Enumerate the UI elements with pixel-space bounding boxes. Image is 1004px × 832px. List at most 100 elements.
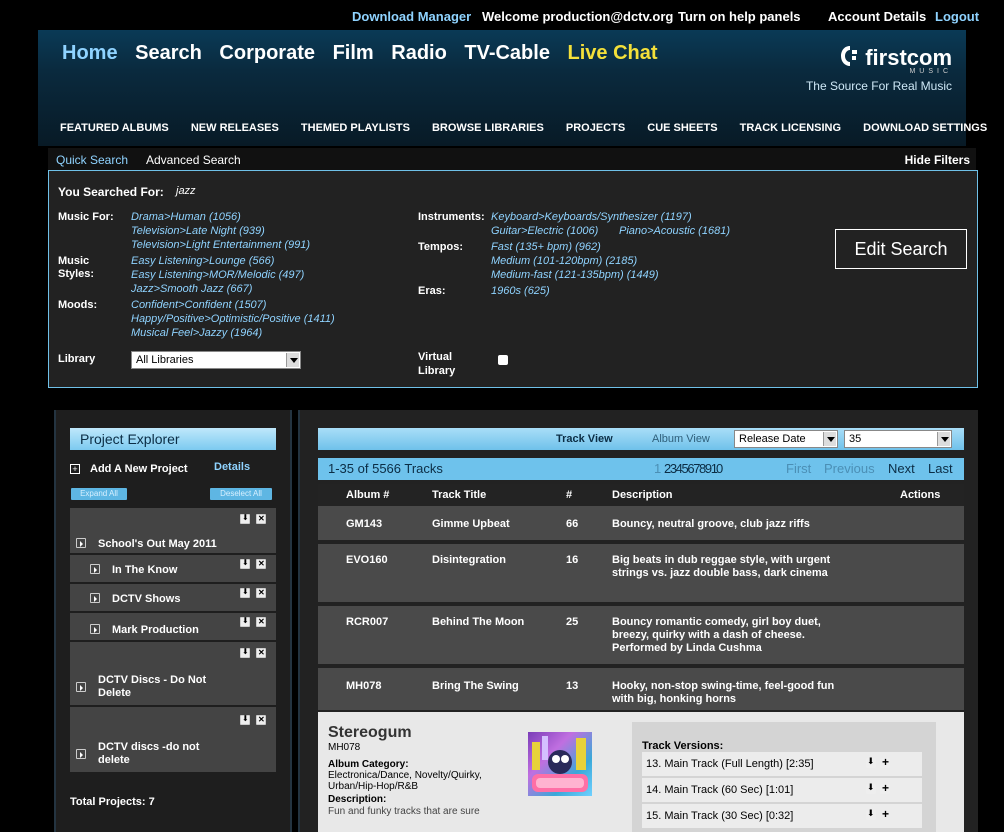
- row-album[interactable]: MH078: [346, 680, 381, 693]
- sort-select[interactable]: Release Date: [734, 430, 838, 448]
- col-track-title[interactable]: Track Title: [432, 489, 486, 501]
- filter-mood-0[interactable]: Confident>Confident (1507): [131, 299, 266, 311]
- row-title[interactable]: Bring The Swing: [432, 680, 519, 693]
- row-album[interactable]: GM143: [346, 518, 382, 531]
- add-to-project-icon[interactable]: [880, 807, 890, 821]
- project-name[interactable]: DCTV discs -do not delete: [98, 741, 208, 767]
- last-link[interactable]: Last: [928, 461, 953, 476]
- filter-mood-1[interactable]: Happy/Positive>Optimistic/Positive (1411…: [131, 313, 335, 325]
- subnav-download-settings[interactable]: DOWNLOAD SETTINGS: [863, 122, 987, 134]
- project-item[interactable]: Mark Production: [70, 613, 276, 641]
- delete-icon[interactable]: [256, 559, 266, 569]
- album-view-tab[interactable]: Album View: [652, 433, 710, 445]
- delete-icon[interactable]: [256, 648, 266, 658]
- filter-instrument-0[interactable]: Keyboard>Keyboards/Synthesizer (1197): [491, 211, 692, 223]
- page-links[interactable]: 2 3 4 5 6 7 8 9 10: [664, 461, 723, 476]
- expand-arrow-icon[interactable]: [90, 564, 100, 574]
- filter-style-1[interactable]: Easy Listening>MOR/Melodic (497): [131, 269, 304, 281]
- album-cover-image[interactable]: [528, 732, 592, 796]
- subnav-browse-libraries[interactable]: BROWSE LIBRARIES: [432, 122, 544, 134]
- filter-tempo-0[interactable]: Fast (135+ bpm) (962): [491, 241, 601, 253]
- logout-link[interactable]: Logout: [935, 9, 979, 24]
- expand-arrow-icon[interactable]: [90, 624, 100, 634]
- nav-live-chat[interactable]: Live Chat: [568, 42, 658, 64]
- firstcom-logo[interactable]: firstcom MUSIC The Source For Real Music: [806, 44, 952, 93]
- add-project-icon[interactable]: +: [70, 464, 80, 474]
- filter-music-for-1[interactable]: Television>Late Night (939): [131, 225, 265, 237]
- filter-style-2[interactable]: Jazz>Smooth Jazz (667): [131, 283, 252, 295]
- download-icon[interactable]: [240, 647, 250, 658]
- tab-advanced-search[interactable]: Advanced Search: [146, 153, 241, 167]
- download-icon[interactable]: [240, 616, 250, 627]
- project-name[interactable]: In The Know: [112, 564, 177, 576]
- project-item[interactable]: In The Know: [70, 555, 276, 583]
- project-item[interactable]: DCTV discs -do not delete: [70, 707, 276, 773]
- library-select[interactable]: All Libraries: [131, 351, 301, 369]
- download-icon[interactable]: [866, 782, 876, 794]
- filter-style-0[interactable]: Easy Listening>Lounge (566): [131, 255, 274, 267]
- nav-tv-cable[interactable]: TV-Cable: [464, 42, 550, 64]
- project-item[interactable]: School's Out May 2011: [70, 508, 276, 554]
- subnav-themed-playlists[interactable]: THEMED PLAYLISTS: [301, 122, 410, 134]
- add-to-project-icon[interactable]: [880, 755, 890, 769]
- first-link[interactable]: First: [786, 461, 811, 476]
- filter-instrument-2[interactable]: Piano>Acoustic (1681): [619, 225, 730, 237]
- add-new-project-link[interactable]: Add A New Project: [90, 463, 188, 475]
- filter-music-for-0[interactable]: Drama>Human (1056): [131, 211, 241, 223]
- hide-filters-link[interactable]: Hide Filters: [905, 153, 970, 167]
- previous-link[interactable]: Previous: [824, 461, 875, 476]
- project-name[interactable]: DCTV Discs - Do Not Delete: [98, 674, 218, 700]
- row-title[interactable]: Disintegration: [432, 554, 506, 567]
- expand-arrow-icon[interactable]: [76, 538, 86, 548]
- account-details-link[interactable]: Account Details: [828, 9, 926, 24]
- filter-tempo-1[interactable]: Medium (101-120bpm) (2185): [491, 255, 637, 267]
- project-name[interactable]: Mark Production: [112, 624, 199, 636]
- nav-radio[interactable]: Radio: [391, 42, 447, 64]
- expand-arrow-icon[interactable]: [90, 593, 100, 603]
- track-version-item[interactable]: 13. Main Track (Full Length) [2:35]: [642, 752, 922, 776]
- subnav-featured-albums[interactable]: FEATURED ALBUMS: [60, 122, 169, 134]
- download-icon[interactable]: [240, 513, 250, 524]
- project-name[interactable]: DCTV Shows: [112, 593, 180, 605]
- subnav-new-releases[interactable]: NEW RELEASES: [191, 122, 279, 134]
- col-album[interactable]: Album #: [346, 489, 389, 501]
- delete-icon[interactable]: [256, 588, 266, 598]
- subnav-cue-sheets[interactable]: CUE SHEETS: [647, 122, 717, 134]
- filter-instrument-1[interactable]: Guitar>Electric (1006): [491, 225, 598, 237]
- nav-search[interactable]: Search: [135, 42, 202, 64]
- track-version-item[interactable]: 15. Main Track (30 Sec) [0:32]: [642, 804, 922, 828]
- virtual-library-checkbox[interactable]: [498, 355, 508, 365]
- nav-corporate[interactable]: Corporate: [219, 42, 315, 64]
- track-view-tab[interactable]: Track View: [556, 433, 613, 445]
- download-manager-link[interactable]: Download Manager: [352, 9, 471, 24]
- subnav-track-licensing[interactable]: TRACK LICENSING: [740, 122, 841, 134]
- edit-search-button[interactable]: Edit Search: [835, 229, 967, 269]
- filter-mood-2[interactable]: Musical Feel>Jazzy (1964): [131, 327, 262, 339]
- filter-music-for-2[interactable]: Television>Light Entertainment (991): [131, 239, 310, 251]
- table-row[interactable]: RCR007 Behind The Moon 25 Bouncy romanti…: [318, 606, 964, 666]
- nav-home[interactable]: Home: [62, 42, 118, 64]
- filter-tempo-2[interactable]: Medium-fast (121-135bpm) (1449): [491, 269, 659, 281]
- subnav-projects[interactable]: PROJECTS: [566, 122, 625, 134]
- expand-arrow-icon[interactable]: [76, 682, 86, 692]
- row-album[interactable]: EVO160: [346, 554, 388, 567]
- delete-icon[interactable]: [256, 514, 266, 524]
- col-number[interactable]: #: [566, 489, 572, 501]
- download-icon[interactable]: [866, 756, 876, 768]
- deselect-all-button[interactable]: Deselect All: [210, 488, 272, 500]
- filter-era-0[interactable]: 1960s (625): [491, 285, 550, 297]
- download-icon[interactable]: [866, 808, 876, 820]
- project-item[interactable]: DCTV Shows: [70, 584, 276, 612]
- expand-all-button[interactable]: Expand All: [71, 488, 127, 500]
- download-icon[interactable]: [240, 587, 250, 598]
- per-page-select[interactable]: 35: [844, 430, 952, 448]
- row-title[interactable]: Gimme Upbeat: [432, 518, 510, 531]
- row-album[interactable]: RCR007: [346, 616, 388, 629]
- table-row[interactable]: MH078 Bring The Swing 13 Hooky, non-stop…: [318, 668, 964, 712]
- nav-film[interactable]: Film: [333, 42, 374, 64]
- next-link[interactable]: Next: [888, 461, 915, 476]
- project-name[interactable]: School's Out May 2011: [98, 538, 217, 550]
- project-item[interactable]: DCTV Discs - Do Not Delete: [70, 642, 276, 706]
- download-icon[interactable]: [240, 714, 250, 725]
- help-panels-link[interactable]: Turn on help panels: [678, 9, 801, 24]
